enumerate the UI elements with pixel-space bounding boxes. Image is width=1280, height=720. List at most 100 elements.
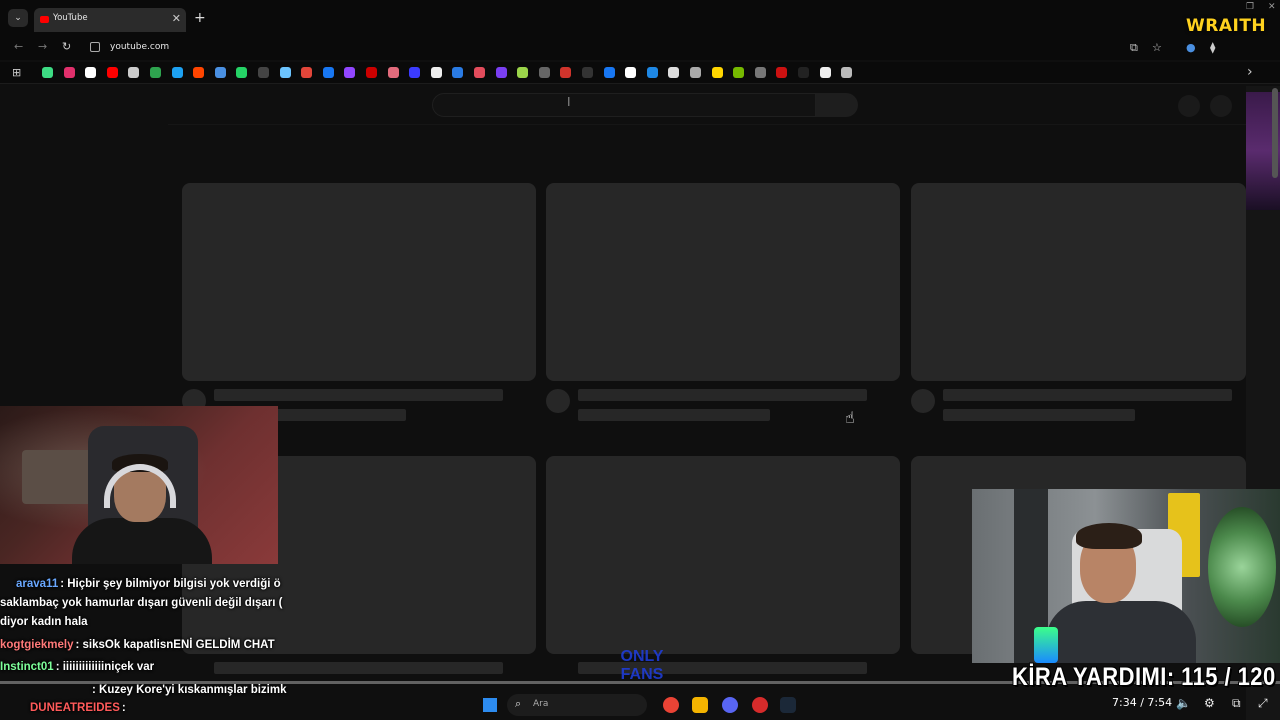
- chat-text: : iiiiiiiiiiiiiniçek var: [55, 661, 155, 673]
- fullscreen-icon[interactable]: ⤢: [1258, 696, 1268, 711]
- webcam-person-hair: [1076, 523, 1142, 549]
- channel-avatar-placeholder: [546, 389, 570, 413]
- search-button[interactable]: [816, 93, 858, 117]
- volume-icon[interactable]: 🔈: [1176, 696, 1191, 710]
- chat-overlay: arava11: Hiçbir şey bilmiyor bilgisi yok…: [0, 572, 300, 720]
- taskbar-search[interactable]: ⌕ Ara: [507, 694, 647, 716]
- steam-icon[interactable]: [780, 697, 796, 713]
- bookmark-favicon-icon[interactable]: [711, 67, 723, 78]
- bookmark-favicon-icon[interactable]: [214, 67, 226, 78]
- bookmark-favicon-icon[interactable]: [690, 67, 701, 78]
- scrollbar[interactable]: [1272, 88, 1278, 178]
- chat-username: kogtgiekmely: [0, 639, 74, 651]
- miniplayer-icon[interactable]: ⧉: [1232, 696, 1241, 711]
- address-bar[interactable]: youtube.com: [86, 38, 1176, 58]
- chat-text: saklambaç yok hamurlar dışarı güvenli de…: [0, 597, 283, 609]
- close-window-icon[interactable]: ✕: [1268, 2, 1276, 12]
- bookmark-favicon-icon[interactable]: [85, 67, 97, 78]
- bookmark-favicon-icon[interactable]: [42, 67, 53, 78]
- title-placeholder: [943, 389, 1232, 401]
- video-thumbnail-placeholder[interactable]: [182, 183, 536, 381]
- bookmark-favicon-icon[interactable]: [344, 67, 356, 78]
- rgb-light: [1034, 627, 1058, 663]
- taskbar-search-placeholder: Ara: [533, 699, 549, 709]
- webcam-left: [0, 406, 278, 564]
- bookmark-favicon-icon[interactable]: [603, 67, 615, 78]
- avatar[interactable]: [1210, 95, 1232, 117]
- tab-search-button[interactable]: ⌄: [8, 9, 28, 27]
- bookmark-favicon-icon[interactable]: [63, 67, 75, 78]
- search-input[interactable]: [432, 93, 816, 117]
- bookmark-favicon-icon[interactable]: [517, 67, 529, 78]
- chrome-icon[interactable]: [663, 697, 679, 713]
- video-thumbnail-placeholder[interactable]: [546, 183, 900, 381]
- bookmark-favicon-icon[interactable]: [193, 67, 205, 78]
- bookmark-favicon-icon[interactable]: [279, 67, 291, 78]
- bookmark-favicon-icon[interactable]: [646, 67, 658, 78]
- bookmark-favicon-icon[interactable]: [668, 67, 680, 78]
- bookmark-favicon-icon[interactable]: [733, 67, 745, 78]
- bookmark-favicon-icon[interactable]: [754, 67, 766, 78]
- chip-divider: [168, 124, 1246, 125]
- tab-close-icon[interactable]: ✕: [172, 12, 181, 25]
- bookmark-favicon-icon[interactable]: [366, 67, 377, 78]
- title-placeholder: [578, 389, 867, 401]
- search-icon: ⌕: [515, 697, 522, 710]
- bookmark-star-icon[interactable]: ☆: [1152, 41, 1162, 54]
- bookmark-favicon-icon[interactable]: [150, 67, 161, 78]
- new-tab-button[interactable]: +: [194, 11, 206, 25]
- bookmark-favicon-icon[interactable]: [625, 67, 637, 78]
- profile-icon[interactable]: ●: [1186, 41, 1196, 54]
- video-thumbnail-placeholder[interactable]: [546, 456, 900, 654]
- bookmark-favicon-icon[interactable]: [560, 67, 572, 78]
- video-time: 7:34 / 7:54: [1112, 696, 1173, 709]
- tab-youtube[interactable]: YouTube ✕: [34, 8, 186, 32]
- bookmark-favicon-icon[interactable]: [322, 67, 334, 78]
- reload-button[interactable]: ↻: [62, 40, 71, 53]
- notifications-icon[interactable]: [1178, 95, 1200, 117]
- bookmark-favicon-icon[interactable]: [106, 67, 118, 78]
- bookmark-favicon-icon[interactable]: [538, 67, 550, 78]
- chat-message: : Kuzey Kore'yi kıskanmışlar bizimk: [0, 684, 286, 696]
- back-button[interactable]: ←: [14, 40, 23, 53]
- bookmark-favicon-icon[interactable]: [301, 67, 313, 78]
- taskbar: ⌕ Ara: [300, 690, 1000, 720]
- bookmark-favicon-icon[interactable]: [819, 67, 831, 78]
- bookmark-favicon-icon[interactable]: [236, 67, 248, 78]
- chat-message: diyor kadın hala: [0, 616, 88, 628]
- chat-text: : Hiçbir şey bilmiyor bilgisi yok verdiğ…: [60, 578, 281, 590]
- bookmark-favicon-icon[interactable]: [798, 67, 809, 78]
- extensions-icon[interactable]: ⧫: [1210, 41, 1215, 54]
- chat-username: Instinct01: [0, 661, 54, 673]
- bookmark-favicon-icon[interactable]: [474, 67, 485, 78]
- browser-tabstrip: ⌄ YouTube ✕ + ❐ ✕: [0, 0, 1280, 36]
- bookmark-favicon-icon[interactable]: [582, 67, 593, 78]
- brand-logo: WRAITH: [1186, 16, 1267, 36]
- video-thumbnail-placeholder[interactable]: [911, 183, 1246, 381]
- more-bookmarks-icon[interactable]: ›: [1247, 64, 1253, 80]
- site-info-icon[interactable]: [90, 42, 100, 52]
- bookmark-favicon-icon[interactable]: [495, 67, 507, 78]
- bookmark-favicon-icon[interactable]: [452, 67, 464, 78]
- bookmark-favicon-icon[interactable]: [776, 67, 788, 78]
- restore-window-icon[interactable]: ❐: [1246, 2, 1254, 12]
- forward-button[interactable]: →: [38, 40, 47, 53]
- bookmark-favicon-icon[interactable]: [258, 67, 269, 78]
- start-button[interactable]: [483, 698, 497, 712]
- webcam-poster: [1208, 507, 1276, 627]
- bookmark-favicon-icon[interactable]: [387, 67, 399, 78]
- bookmark-favicon-icon[interactable]: [171, 67, 183, 78]
- bookmark-favicon-icon[interactable]: [128, 67, 140, 78]
- discord-icon[interactable]: [722, 697, 738, 713]
- file-explorer-icon[interactable]: [692, 697, 708, 713]
- recording-app-icon[interactable]: [752, 697, 768, 713]
- bookmark-favicon-icon[interactable]: [841, 67, 853, 78]
- youtube-favicon-icon: [40, 16, 49, 23]
- apps-grid-icon[interactable]: ⊞: [12, 67, 23, 78]
- settings-icon[interactable]: ⚙: [1204, 696, 1215, 710]
- bookmark-favicon-icon[interactable]: [409, 67, 421, 78]
- cast-icon[interactable]: ⧉: [1130, 41, 1138, 55]
- chat-text: : Kuzey Kore'yi kıskanmışlar bizimk: [92, 684, 287, 696]
- chat-message: DUNEATREIDES:: [0, 702, 126, 714]
- bookmark-favicon-icon[interactable]: [430, 67, 442, 78]
